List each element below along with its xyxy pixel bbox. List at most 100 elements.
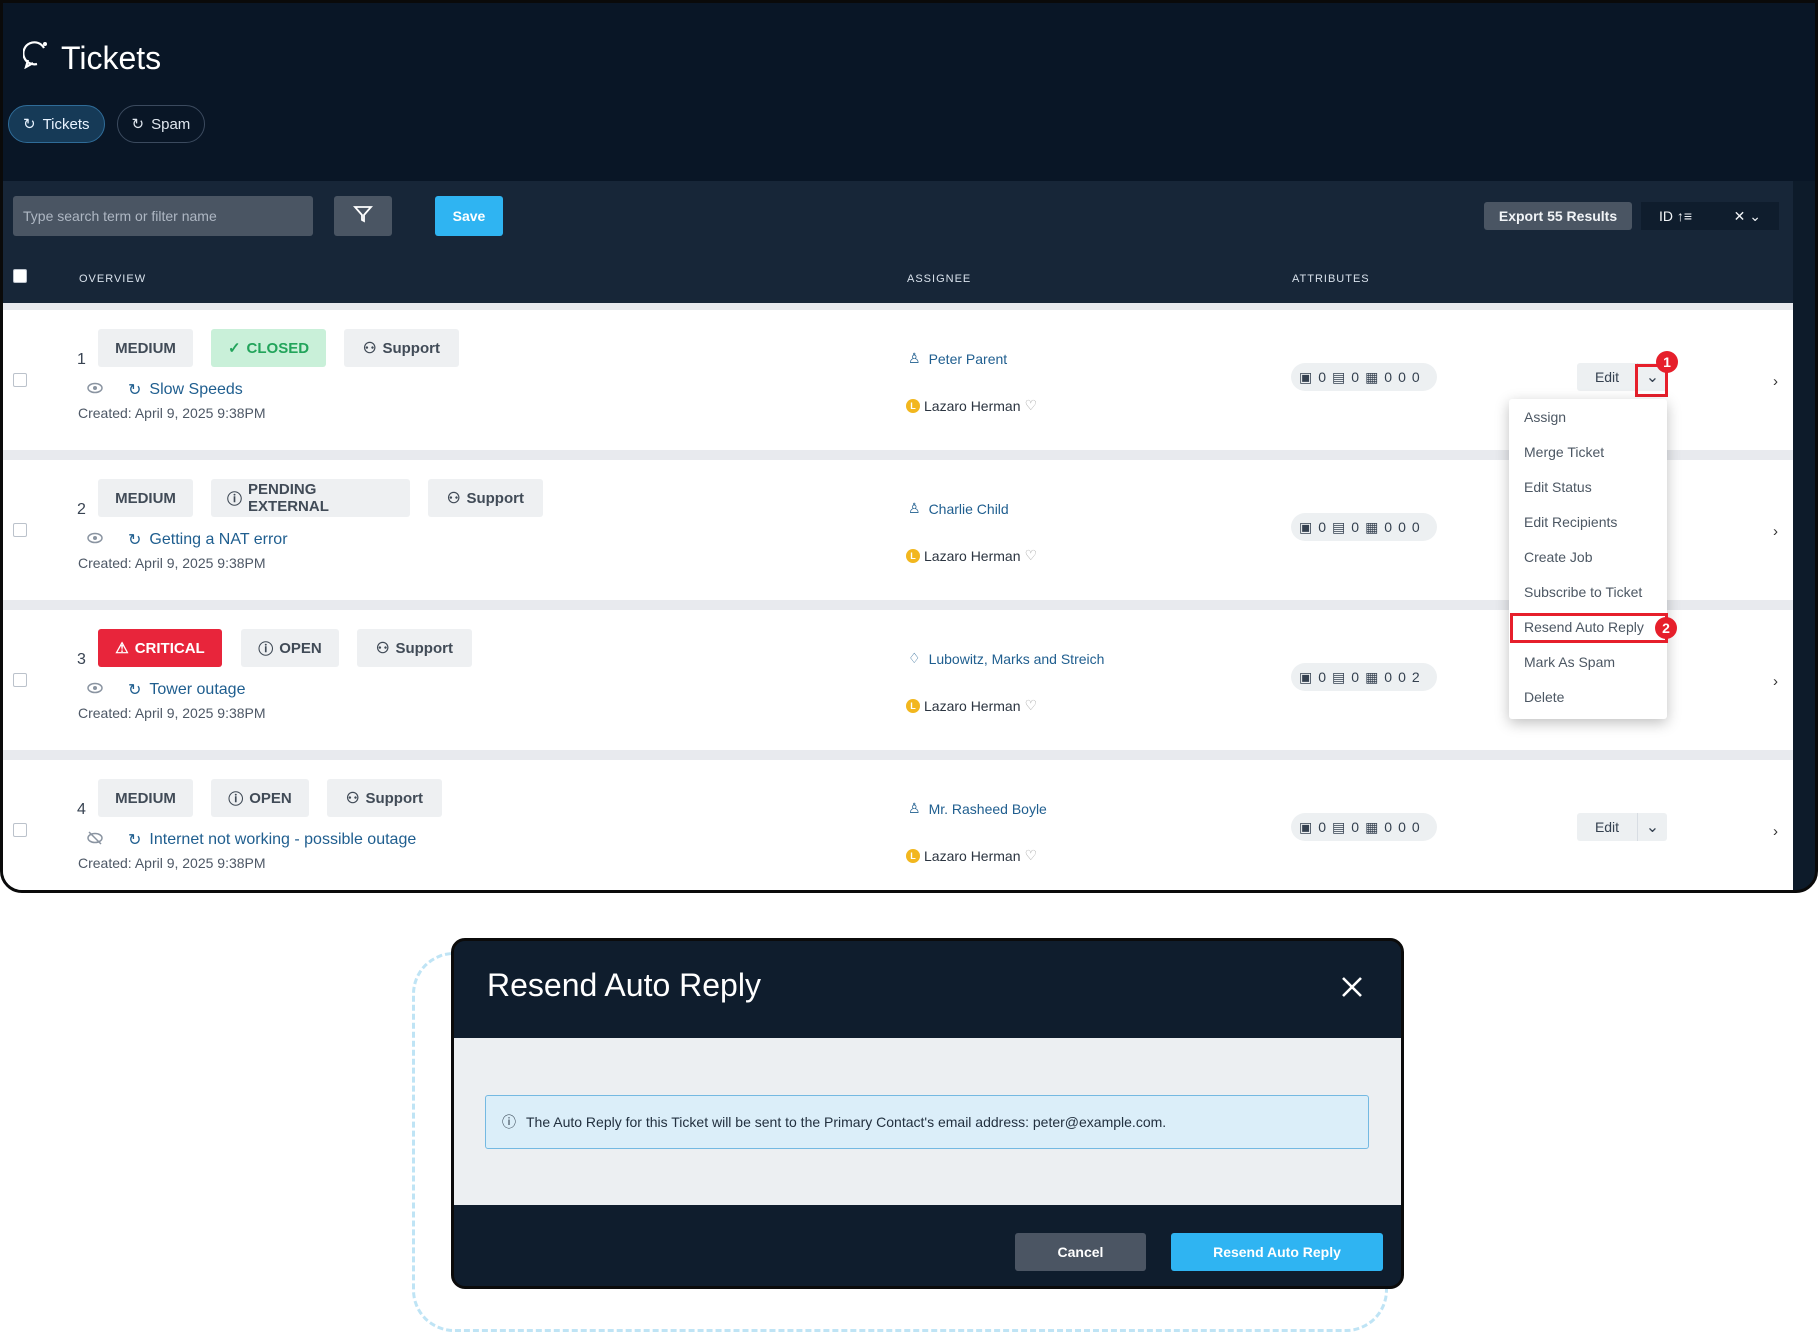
menu-item-assign[interactable]: Assign [1524,409,1566,425]
team-badge: ⚇ Support [357,629,472,667]
assigned-agent[interactable]: L Lazaro Herman ♡ [906,547,1037,564]
close-icon[interactable] [1338,973,1366,1006]
row-checkbox[interactable] [13,673,27,687]
row-checkbox[interactable] [13,823,27,837]
ticket-subject-link[interactable]: ↻ Slow Speeds [128,380,243,400]
assigned-agent[interactable]: L Lazaro Herman ♡ [906,397,1037,414]
briefcase-icon: ▦ [1365,518,1379,535]
tab-spam-label: Spam [151,115,191,133]
tab-tickets[interactable]: ↻ Tickets [8,105,105,143]
menu-item-edit-status[interactable]: Edit Status [1524,479,1592,495]
person-icon: ♙ [908,800,921,816]
step-2-badge: 2 [1655,617,1677,639]
ticket-subject-link[interactable]: ↻ Internet not working - possible outage [128,830,416,850]
ticket-subject-link[interactable]: ↻ Tower outage [128,680,245,700]
document-icon: ▤ [1332,518,1346,535]
row-checkbox[interactable] [13,373,27,387]
spam-icon: ↻ [131,116,145,133]
menu-item-create-job[interactable]: Create Job [1524,549,1592,565]
attributes-summary: ▣ 0 ▤ 0 ▦ 0 0 2 [1291,663,1437,691]
chevron-right-icon[interactable]: › [1773,373,1778,390]
tab-spam[interactable]: ↻ Spam [116,105,206,143]
warning-icon: ⚠ [115,640,129,657]
step-2-highlight [1510,613,1668,643]
document-icon: ▣ [1299,668,1313,685]
created-date: Created: April 9, 2025 9:38PM [78,555,266,571]
document-icon: ▣ [1299,518,1313,535]
menu-item-edit-recipients[interactable]: Edit Recipients [1524,514,1617,530]
menu-item-merge-ticket[interactable]: Merge Ticket [1524,444,1604,460]
document-icon: ▤ [1332,368,1346,385]
menu-item-subscribe[interactable]: Subscribe to Ticket [1524,584,1642,600]
ticket-subject-link[interactable]: ↻ Getting a NAT error [128,530,288,550]
tab-bar: ↻ Tickets ↻ Spam [8,105,206,143]
edit-button[interactable]: Edit [1577,819,1637,835]
tab-tickets-label: Tickets [42,115,90,133]
row-checkbox[interactable] [13,523,27,537]
search-input[interactable] [13,196,313,236]
page-header: Tickets ↻ Tickets ↻ Spam [3,3,1815,181]
resend-auto-reply-button[interactable]: Resend Auto Reply [1171,1233,1383,1271]
page-title: Tickets [22,39,161,77]
chevron-down-icon[interactable]: ⌄ [1637,813,1667,841]
column-attributes: ATTRIBUTES [1292,273,1370,285]
sort-selector[interactable]: ID ↑≡ ✕ ⌄ [1641,202,1779,230]
status-badge: ⓘ OPEN [241,629,339,667]
ticket-icon [22,39,51,77]
step-1-badge: 1 [1656,351,1678,373]
info-icon: ⓘ [258,640,274,658]
assignee-link[interactable]: ♙ Peter Parent [908,350,1007,367]
sort-icon: ↑≡ [1676,208,1693,224]
document-icon: ▤ [1332,818,1346,835]
briefcase-icon: ▦ [1365,818,1379,835]
team-badge: ⚇ Support [327,779,442,817]
assigned-agent[interactable]: L Lazaro Herman ♡ [906,697,1037,714]
eye-icon[interactable] [87,531,103,549]
ticket-icon: ↻ [128,682,142,699]
save-button[interactable]: Save [435,196,503,236]
briefcase-icon: ▦ [1365,668,1379,685]
edit-button[interactable]: Edit [1577,369,1637,385]
menu-item-delete[interactable]: Delete [1524,689,1564,705]
cancel-button[interactable]: Cancel [1015,1233,1146,1271]
select-all-checkbox[interactable] [13,269,27,283]
chevron-down-icon: ⌄ [1749,207,1761,224]
assignee-link[interactable]: ♙ Charlie Child [908,500,1009,517]
avatar: L [906,698,920,713]
team-badge: ⚇ Support [344,329,459,367]
filter-button[interactable] [334,196,392,236]
menu-item-mark-spam[interactable]: Mark As Spam [1524,654,1615,670]
created-date: Created: April 9, 2025 9:38PM [78,855,266,871]
status-badge: ✓ CLOSED [211,329,326,367]
team-icon: ⚇ [363,340,377,357]
eye-icon[interactable] [87,381,103,399]
ticket-number: 1 [77,351,86,368]
info-alert: ⓘ The Auto Reply for this Ticket will be … [485,1095,1369,1149]
info-icon: ⓘ [227,490,243,508]
table-row[interactable]: 4 MEDIUM ⓘ OPEN ⚇ Support ↻ Internet not wo… [3,760,1793,890]
company-icon: ♢ [908,650,921,666]
export-results-button[interactable]: Export 55 Results [1484,202,1632,230]
status-badge: ⓘ OPEN [211,779,309,817]
info-message: The Auto Reply for this Ticket will be s… [526,1114,1167,1130]
chevron-right-icon[interactable]: › [1773,823,1778,840]
assignee-link[interactable]: ♢ Lubowitz, Marks and Streich [908,650,1104,667]
eye-icon[interactable] [87,681,103,699]
eye-off-icon[interactable] [87,831,103,850]
assignee-link[interactable]: ♙ Mr. Rasheed Boyle [908,800,1047,817]
modal-title: Resend Auto Reply [487,967,761,1003]
ticket-number: 3 [77,651,86,668]
close-icon[interactable]: ✕ ⌄ [1734,208,1761,225]
team-badge: ⚇ Support [428,479,543,517]
edit-actions: Edit ⌄ [1577,813,1667,841]
assigned-agent[interactable]: L Lazaro Herman ♡ [906,847,1037,864]
modal-footer: Cancel Resend Auto Reply [454,1205,1401,1286]
shield-icon: ♡ [1024,547,1038,563]
priority-badge: ⚠ CRITICAL [98,629,222,667]
person-icon: ♙ [908,350,921,366]
tickets-window: Tickets ↻ Tickets ↻ Spam Save Export 55 Re… [0,0,1818,893]
app-root: Tickets ↻ Tickets ↻ Spam Save Export 55 Re… [0,0,1818,1333]
chevron-right-icon[interactable]: › [1773,523,1778,540]
document-icon: ▣ [1299,818,1313,835]
chevron-right-icon[interactable]: › [1773,673,1778,690]
